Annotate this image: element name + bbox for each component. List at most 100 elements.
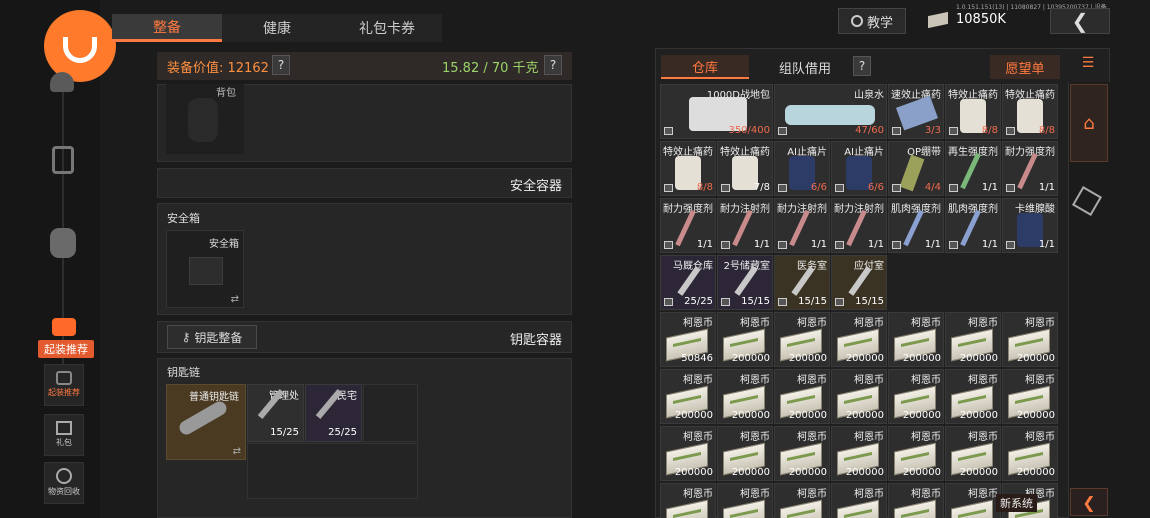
item-name: 柯恩币 bbox=[740, 375, 770, 386]
inventory-item[interactable]: 柯恩币 bbox=[831, 483, 887, 518]
inventory-item[interactable]: 柯恩币 200000 bbox=[1002, 426, 1058, 481]
swap-icon[interactable]: ⇄ bbox=[231, 294, 239, 305]
backpack-silhouette-icon bbox=[188, 98, 218, 142]
inventory-item[interactable]: 耐力注射剂 1/1 bbox=[831, 198, 887, 253]
bandage-icon bbox=[899, 154, 925, 192]
helmet-icon[interactable] bbox=[50, 72, 74, 92]
inventory-item[interactable]: AI止痛片 6/6 bbox=[831, 141, 887, 196]
inventory-item[interactable]: 柯恩币 200000 bbox=[888, 426, 944, 481]
swap-icon[interactable]: ⇄ bbox=[233, 446, 241, 457]
inventory-item[interactable]: 柯恩币 200000 bbox=[945, 312, 1001, 367]
inventory-item[interactable]: 柯恩币 bbox=[774, 483, 830, 518]
recommend-badge[interactable]: 起装推荐 bbox=[38, 340, 94, 358]
inventory-item[interactable]: 柯恩币 200000 bbox=[717, 426, 773, 481]
inventory-item[interactable]: 柯恩币 200000 bbox=[1002, 369, 1058, 424]
inventory-item[interactable]: 柯恩币 200000 bbox=[717, 369, 773, 424]
inventory-item[interactable]: 再生强度剂 1/1 bbox=[945, 141, 1001, 196]
inventory-item[interactable]: 1000D战地包 350/400 bbox=[660, 84, 773, 139]
inventory-item[interactable]: 柯恩币 200000 bbox=[888, 312, 944, 367]
inventory-item[interactable]: 肌肉强度剂 1/1 bbox=[888, 198, 944, 253]
item-count: 6/6 bbox=[867, 182, 884, 193]
tutorial-button[interactable]: 教学 bbox=[838, 8, 906, 34]
key-slot-admin[interactable]: 管理处 15/25 bbox=[247, 384, 304, 442]
key-manage-button[interactable]: ⚷ 钥匙整备 bbox=[167, 325, 257, 349]
inventory-item[interactable]: 耐力强度剂 1/1 bbox=[1002, 141, 1058, 196]
inventory-item[interactable]: 耐力注射剂 1/1 bbox=[717, 198, 773, 253]
inventory-item[interactable]: OP绷带 4/4 bbox=[888, 141, 944, 196]
inventory-item[interactable]: 柯恩币 200000 bbox=[831, 312, 887, 367]
secure-box-slot[interactable]: 安全箱 ⇄ bbox=[166, 230, 244, 308]
inventory-item[interactable]: 柯恩币 bbox=[660, 483, 716, 518]
gift-button[interactable]: 礼包 bbox=[44, 414, 84, 456]
inventory-item[interactable]: 柯恩币 200000 bbox=[660, 426, 716, 481]
inventory-item[interactable]: 柯恩币 200000 bbox=[945, 369, 1001, 424]
armor-icon[interactable] bbox=[52, 146, 74, 174]
item-name: 柯恩币 bbox=[911, 432, 941, 443]
inventory-item[interactable]: 柯恩币 200000 bbox=[717, 312, 773, 367]
inventory-item[interactable]: 柯恩币 200000 bbox=[1002, 312, 1058, 367]
inventory-item[interactable]: 特效止痛药 8/8 bbox=[1002, 84, 1058, 139]
inventory-item[interactable]: 特效止痛药 7/8 bbox=[717, 141, 773, 196]
key-icon: ⚷ bbox=[181, 330, 191, 344]
key-slot-empty[interactable] bbox=[247, 443, 418, 499]
inventory-item[interactable]: 柯恩币 50846 bbox=[660, 312, 716, 367]
backpack-slot[interactable]: 背包 bbox=[166, 84, 244, 154]
tab-gift-cards[interactable]: 礼包卡券 bbox=[332, 14, 442, 42]
storage-tab-team-borrow[interactable]: 组队借用 bbox=[770, 55, 840, 79]
inventory-item[interactable]: 柯恩币 200000 bbox=[831, 426, 887, 481]
key-slot-residence[interactable]: 民宅 25/25 bbox=[305, 384, 362, 442]
key-slot-empty[interactable] bbox=[363, 384, 418, 442]
inventory-item[interactable]: 应付室 15/15 bbox=[831, 255, 887, 310]
inventory-item[interactable]: 山泉水 47/60 bbox=[774, 84, 887, 139]
inventory-item[interactable]: 特效止痛药 8/8 bbox=[945, 84, 1001, 139]
item-count: 25/25 bbox=[684, 296, 713, 307]
recycle-button[interactable]: 物资回收 bbox=[44, 462, 84, 504]
inventory-item[interactable]: 柯恩币 200000 bbox=[660, 369, 716, 424]
inventory-item[interactable]: 特效止痛药 8/8 bbox=[660, 141, 716, 196]
item-name: 柯恩币 bbox=[854, 489, 884, 500]
inventory-item[interactable]: 速效止痛药 3/3 bbox=[888, 84, 944, 139]
inventory-item[interactable]: 柯恩币 200000 bbox=[774, 312, 830, 367]
inventory-item[interactable]: 柯恩币 200000 bbox=[888, 369, 944, 424]
item-count: 200000 bbox=[1016, 353, 1055, 364]
home-icon[interactable]: ⌂ bbox=[1070, 84, 1108, 162]
item-count: 1/1 bbox=[1038, 182, 1055, 193]
back-button[interactable]: ❮ bbox=[1050, 8, 1110, 34]
inventory-item[interactable]: 柯恩币 200000 bbox=[774, 369, 830, 424]
inventory-item[interactable]: 柯恩币 bbox=[945, 483, 1001, 518]
sort-icon[interactable]: ☰ bbox=[1076, 55, 1100, 75]
inventory-item[interactable]: 医务室 15/15 bbox=[774, 255, 830, 310]
tab-equip[interactable]: 整备 bbox=[112, 14, 222, 42]
inventory-item[interactable]: 卡维腺酸 1/1 bbox=[1002, 198, 1058, 253]
recommend-button[interactable]: 起装推荐 bbox=[44, 364, 84, 406]
inventory-item[interactable]: 柯恩币 bbox=[888, 483, 944, 518]
inventory-item[interactable]: 柯恩币 200000 bbox=[774, 426, 830, 481]
inventory-item[interactable]: AI止痛片 6/6 bbox=[774, 141, 830, 196]
syringe-icon bbox=[789, 209, 810, 247]
inventory-item[interactable]: 柯恩币 200000 bbox=[831, 369, 887, 424]
app-logo bbox=[44, 10, 116, 82]
collapse-button[interactable]: ❮ bbox=[1070, 488, 1108, 516]
recommend-icon[interactable] bbox=[52, 318, 76, 336]
keychain-slot[interactable]: 普通钥匙链 ⇄ bbox=[166, 384, 246, 460]
inventory-item[interactable]: 耐力注射剂 1/1 bbox=[774, 198, 830, 253]
storage-tab-wishlist[interactable]: 愿望单 bbox=[990, 55, 1060, 79]
inventory-item[interactable]: 柯恩币 bbox=[717, 483, 773, 518]
inventory-item[interactable]: 肌肉强度剂 1/1 bbox=[945, 198, 1001, 253]
gift-icon bbox=[56, 421, 72, 435]
key-residence-icon bbox=[315, 389, 343, 419]
item-count: 8/8 bbox=[981, 125, 998, 136]
team-borrow-help-button[interactable]: ? bbox=[853, 56, 871, 76]
weight-help-button[interactable]: ? bbox=[544, 55, 562, 75]
item-count: 8/8 bbox=[696, 182, 713, 193]
equip-value-help-button[interactable]: ? bbox=[272, 55, 290, 75]
inventory-item[interactable]: 柯恩币 200000 bbox=[945, 426, 1001, 481]
inventory-item[interactable]: 马厩仓库 25/25 bbox=[660, 255, 716, 310]
box-icon bbox=[664, 298, 673, 306]
storage-tab-warehouse[interactable]: 仓库 bbox=[661, 55, 749, 79]
money-bundle-icon bbox=[666, 499, 708, 518]
tab-health[interactable]: 健康 bbox=[222, 14, 332, 42]
inventory-item[interactable]: 2号储藏室 15/15 bbox=[717, 255, 773, 310]
backpack-icon[interactable] bbox=[50, 228, 76, 258]
inventory-item[interactable]: 耐力强度剂 1/1 bbox=[660, 198, 716, 253]
